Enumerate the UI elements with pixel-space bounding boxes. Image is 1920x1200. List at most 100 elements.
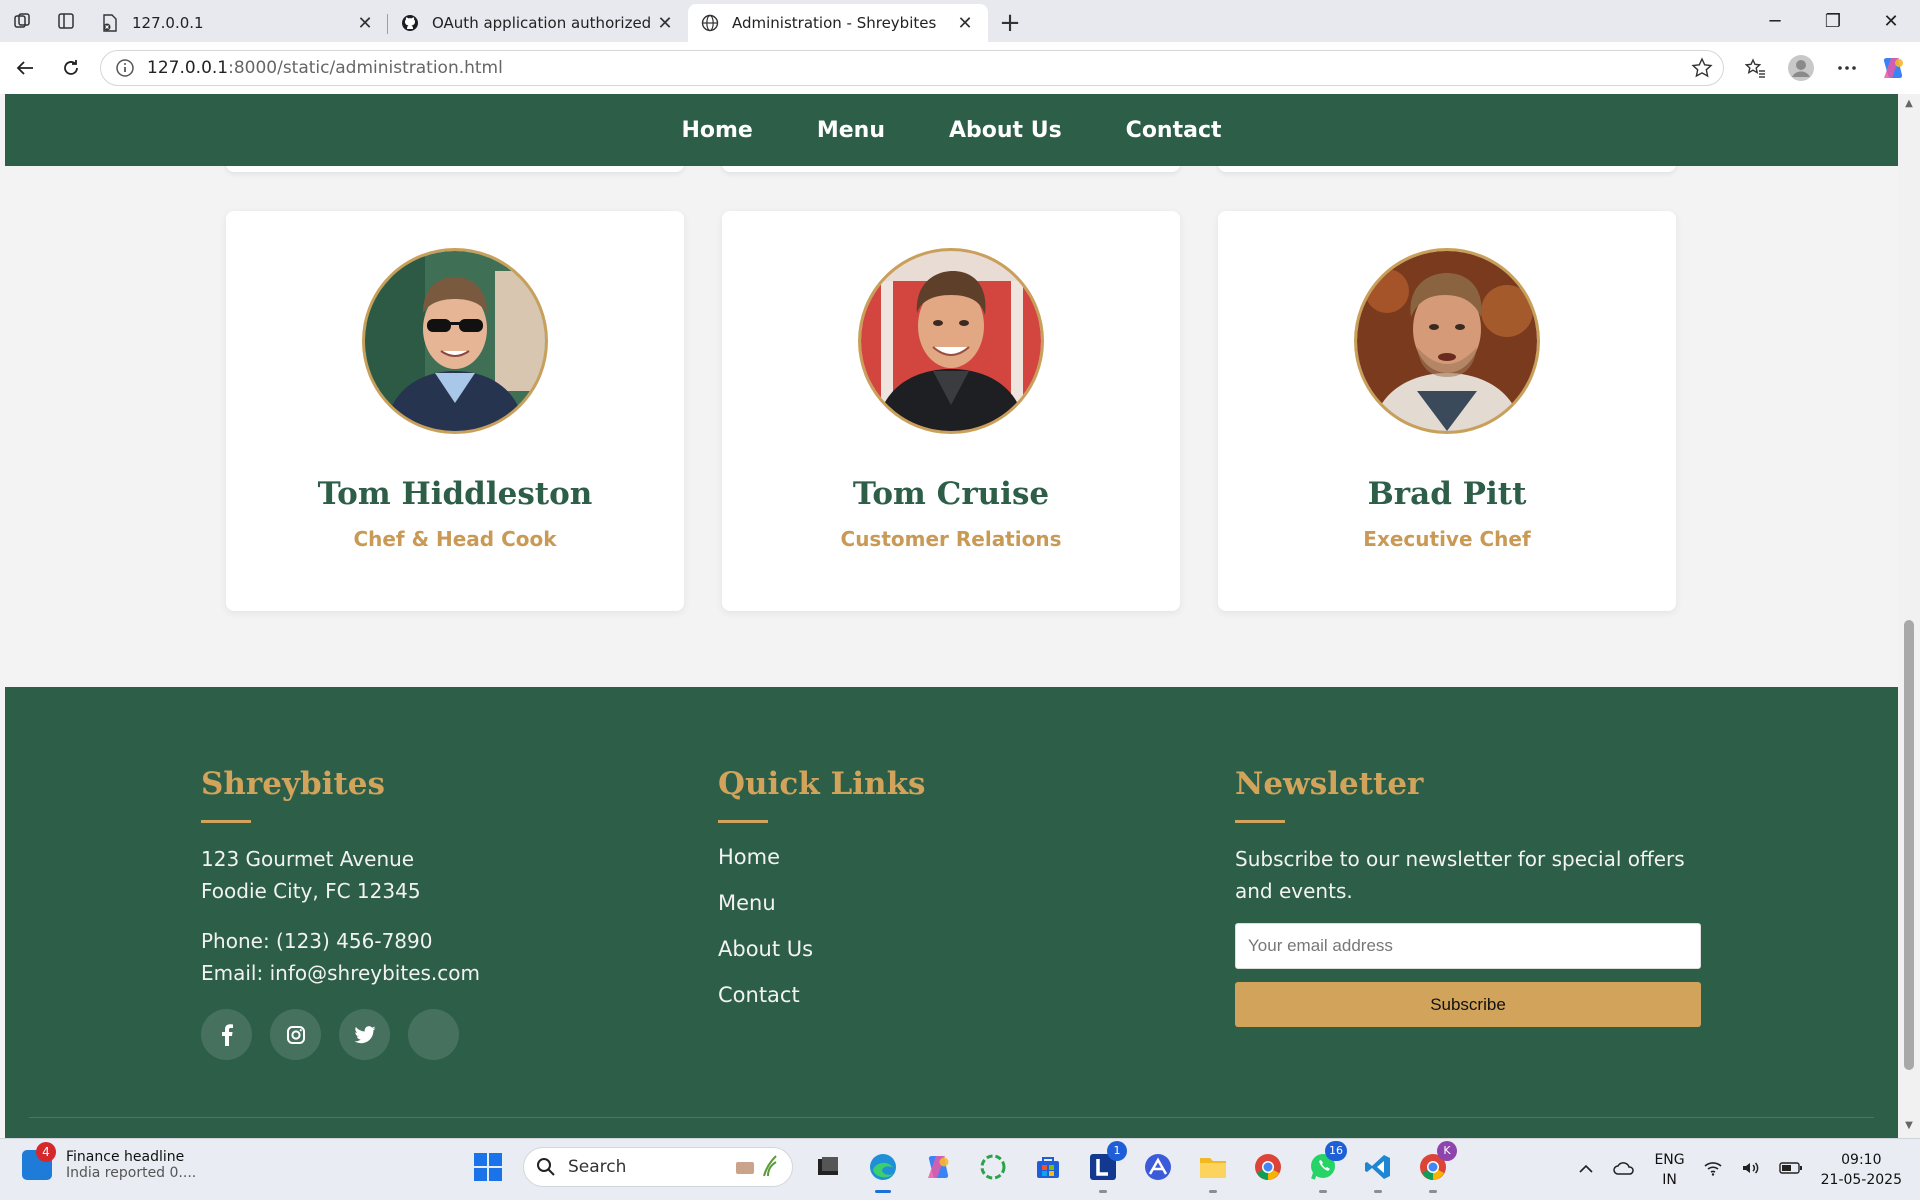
app-badge: 16	[1325, 1141, 1347, 1161]
folder-icon[interactable]	[1193, 1147, 1233, 1193]
back-button[interactable]	[2, 45, 48, 91]
team-member-photo	[362, 248, 548, 434]
heading-underline	[201, 820, 251, 823]
nav-contact-link[interactable]: Contact	[1094, 118, 1254, 143]
team-member-photo	[1354, 248, 1540, 434]
footer-link-contact[interactable]: Contact	[718, 983, 926, 1007]
taskbar-search[interactable]: Search	[523, 1147, 793, 1187]
twitter-icon[interactable]	[339, 1009, 390, 1060]
footer-brand-column: Shreybites 123 Gourmet Avenue Foodie Cit…	[201, 766, 480, 1060]
page-scrollbar[interactable]: ▲ ▼	[1898, 94, 1920, 1138]
favorites-icon[interactable]	[1732, 45, 1778, 91]
address-line-2: Foodie City, FC 12345	[201, 879, 421, 903]
more-options-icon[interactable]	[1824, 45, 1870, 91]
whatsapp-icon[interactable]: 16	[1303, 1141, 1347, 1193]
email-text: Email: info@shreybites.com	[201, 961, 481, 985]
tab-actions-icon[interactable]	[44, 0, 88, 42]
subscribe-button[interactable]: Subscribe	[1235, 982, 1701, 1027]
file-explorer-dark-icon[interactable]	[808, 1147, 848, 1187]
footer-link-home[interactable]: Home	[718, 845, 926, 869]
team-member-name: Tom Cruise	[852, 476, 1050, 512]
instagram-icon[interactable]	[270, 1009, 321, 1060]
news-widget[interactable]: 4 Finance headline India reported 0....	[22, 1142, 197, 1181]
circle-app-icon[interactable]	[973, 1147, 1013, 1187]
footer-brand-title: Shreybites	[201, 766, 385, 802]
volume-icon[interactable]	[1741, 1160, 1761, 1180]
team-member-role: Executive Chef	[1363, 527, 1531, 551]
close-window-icon[interactable]: ✕	[1862, 0, 1920, 42]
footer-divider	[29, 1117, 1874, 1118]
chrome-icon[interactable]	[1248, 1147, 1288, 1187]
onedrive-cloud-icon[interactable]	[1612, 1160, 1636, 1180]
back-arrow-icon	[16, 61, 33, 75]
tab-2[interactable]: OAuth application authorized ✕	[388, 4, 688, 42]
tab-3-active[interactable]: Administration - Shreybites ✕	[688, 4, 988, 42]
address-bar[interactable]: 127.0.0.1:8000/static/administration.htm…	[100, 50, 1724, 86]
page-viewport: Home Menu About Us Contact Tom Hiddlesto…	[5, 94, 1898, 1138]
globe-icon	[700, 13, 720, 33]
reload-button[interactable]	[48, 45, 94, 91]
new-tab-button[interactable]: +	[988, 4, 1032, 42]
battery-icon[interactable]	[1778, 1161, 1803, 1179]
empty-social-icon[interactable]	[408, 1009, 459, 1060]
nav-menu-link[interactable]: Menu	[785, 118, 917, 143]
minimize-icon[interactable]: ─	[1746, 0, 1804, 42]
copilot-icon[interactable]	[1870, 45, 1916, 91]
scroll-up-icon[interactable]: ▲	[1903, 98, 1915, 110]
chevron-up-icon[interactable]	[1578, 1162, 1594, 1178]
close-tab-icon[interactable]: ✕	[954, 12, 976, 34]
newsletter-email-input[interactable]	[1235, 923, 1701, 969]
tab-1[interactable]: 127.0.0.1 ✕	[88, 4, 388, 42]
nav-home-link[interactable]: Home	[649, 118, 784, 143]
team-card: Tom Hiddleston Chef & Head Cook	[226, 211, 684, 611]
profile-avatar-icon[interactable]	[1778, 45, 1824, 91]
edge-icon[interactable]	[863, 1147, 903, 1193]
footer-newsletter-column: Newsletter Subscribe to our newsletter f…	[1235, 766, 1715, 1027]
lang-line2: IN	[1662, 1172, 1677, 1188]
favorite-star-icon[interactable]	[1691, 57, 1713, 79]
browser-toolbar: 127.0.0.1:8000/static/administration.htm…	[0, 42, 1920, 94]
vscode-icon[interactable]	[1358, 1147, 1398, 1193]
team-member-role: Customer Relations	[840, 527, 1062, 551]
windows-taskbar: 4 Finance headline India reported 0.... …	[0, 1138, 1920, 1200]
store-icon[interactable]	[1028, 1147, 1068, 1187]
news-badge: 4	[36, 1142, 56, 1162]
chrome-profile-icon[interactable]: K	[1413, 1141, 1457, 1193]
footer-link-about[interactable]: About Us	[718, 937, 926, 961]
windows-logo-icon	[474, 1153, 502, 1181]
nav-about-link[interactable]: About Us	[917, 118, 1094, 143]
page-error-icon	[100, 13, 120, 33]
url-host: 127.0.0.1	[147, 58, 229, 78]
scrollbar-thumb[interactable]	[1904, 620, 1914, 1070]
clock[interactable]: 09:10 21-05-2025	[1821, 1150, 1902, 1190]
footer-link-menu[interactable]: Menu	[718, 891, 926, 915]
github-icon	[400, 13, 420, 33]
l-app-icon[interactable]: 1	[1083, 1141, 1127, 1193]
tab-title: OAuth application authorized	[432, 14, 652, 32]
team-card: Brad Pitt Executive Chef	[1218, 211, 1676, 611]
language-indicator[interactable]: ENG IN	[1654, 1150, 1684, 1190]
news-subtitle: India reported 0....	[66, 1165, 197, 1181]
news-title: Finance headline	[66, 1149, 185, 1165]
start-button[interactable]	[468, 1147, 508, 1187]
address-line-1: 123 Gourmet Avenue	[201, 847, 415, 871]
restore-icon[interactable]: ❐	[1804, 0, 1862, 42]
workspaces-icon[interactable]	[0, 0, 44, 42]
facebook-icon[interactable]	[201, 1009, 252, 1060]
browser-tab-strip: 127.0.0.1 ✕ OAuth application authorized…	[0, 0, 1920, 42]
app-badge: 1	[1107, 1141, 1127, 1161]
team-card: Tom Cruise Customer Relations	[722, 211, 1180, 611]
wifi-icon[interactable]	[1703, 1160, 1723, 1180]
search-highlight-icon	[730, 1152, 782, 1183]
system-tray: ENG IN 09:10 21-05-2025	[1578, 1139, 1902, 1200]
arc-app-icon[interactable]	[1138, 1147, 1178, 1187]
close-tab-icon[interactable]: ✕	[654, 12, 676, 34]
lang-line1: ENG	[1654, 1152, 1685, 1168]
close-tab-icon[interactable]: ✕	[354, 12, 376, 34]
phone-text: Phone: (123) 456-7890	[201, 929, 433, 953]
site-info-icon[interactable]	[115, 58, 135, 78]
scroll-down-icon[interactable]: ▼	[1903, 1120, 1915, 1132]
team-member-photo	[858, 248, 1044, 434]
copilot-app-icon[interactable]	[918, 1147, 958, 1187]
heading-underline	[718, 820, 768, 823]
